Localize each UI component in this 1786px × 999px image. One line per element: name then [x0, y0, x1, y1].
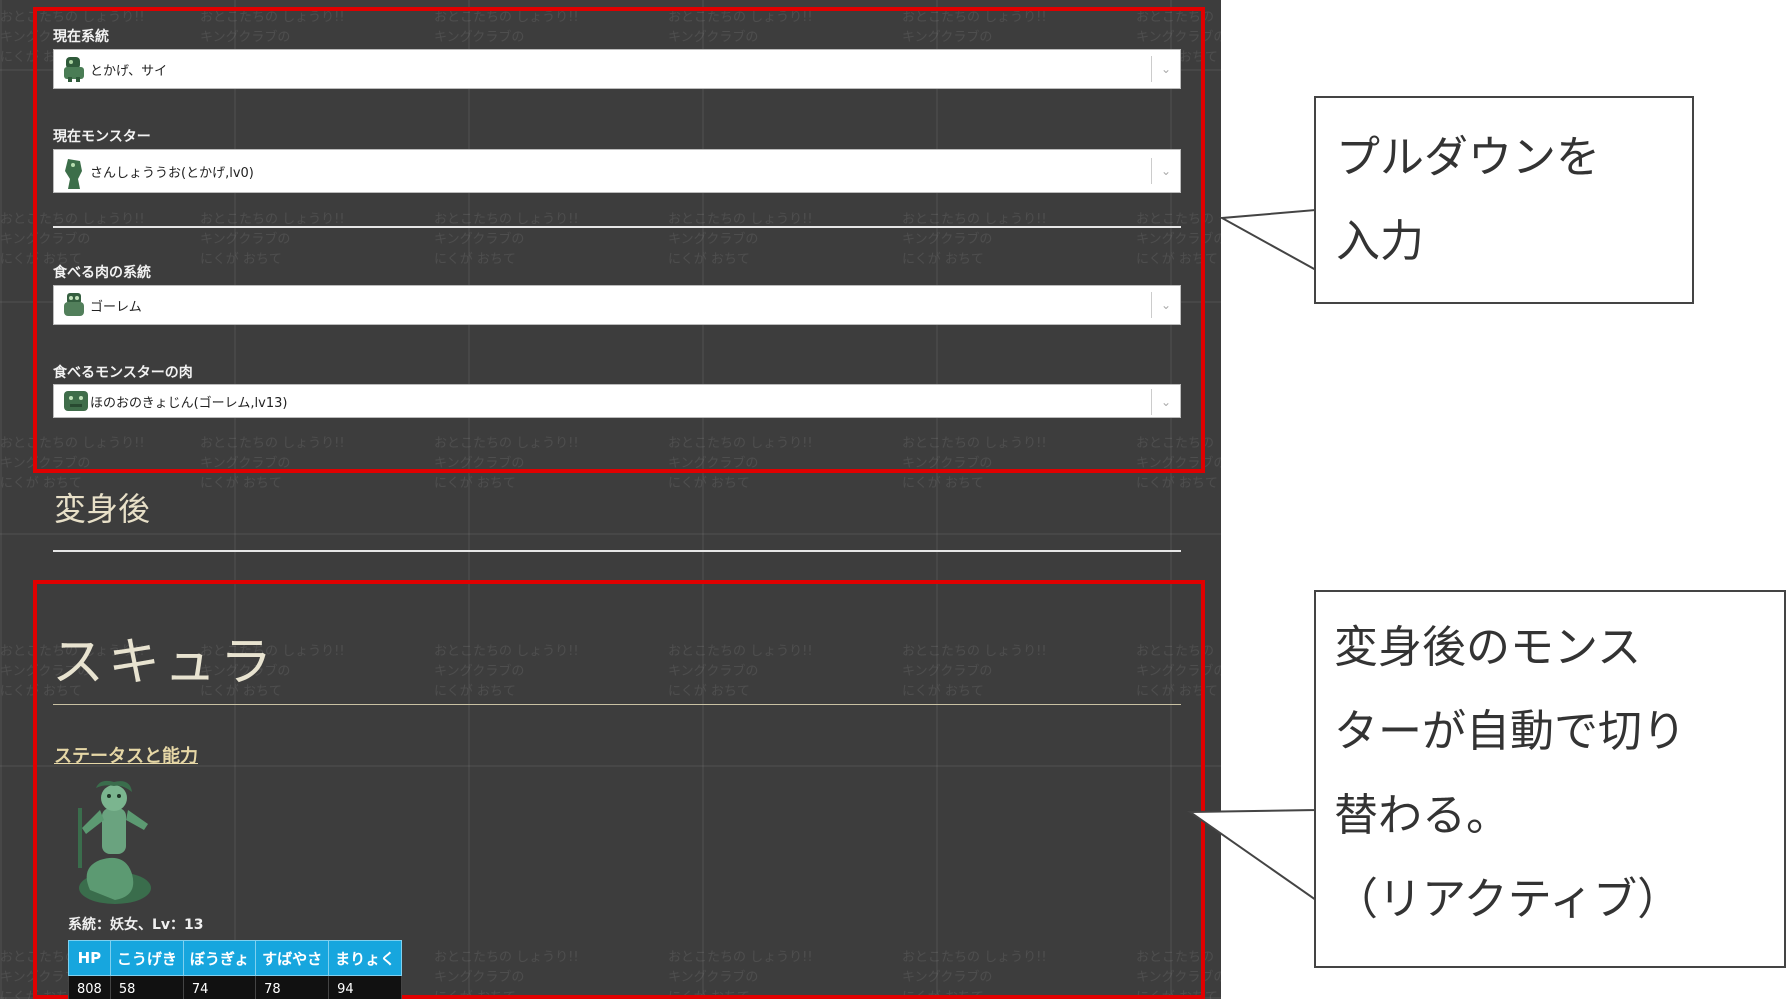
callout-top-line-2: 入力: [1336, 216, 1424, 267]
callout-bottom: 変身後のモンス ターが自動で切り 替わる。 （リアクティブ）: [1314, 590, 1786, 968]
callout-bottom-line-3: 替わる。: [1334, 790, 1510, 841]
callout-bottom-line-1: 変身後のモンス: [1334, 622, 1642, 673]
callout-bottom-line-2: ターが自動で切り: [1334, 706, 1686, 757]
callout-bottom-line-4: （リアクティブ）: [1334, 874, 1682, 925]
callout-top-line-1: プルダウンを: [1336, 132, 1600, 183]
callout-top: プルダウンを 入力: [1314, 96, 1694, 304]
